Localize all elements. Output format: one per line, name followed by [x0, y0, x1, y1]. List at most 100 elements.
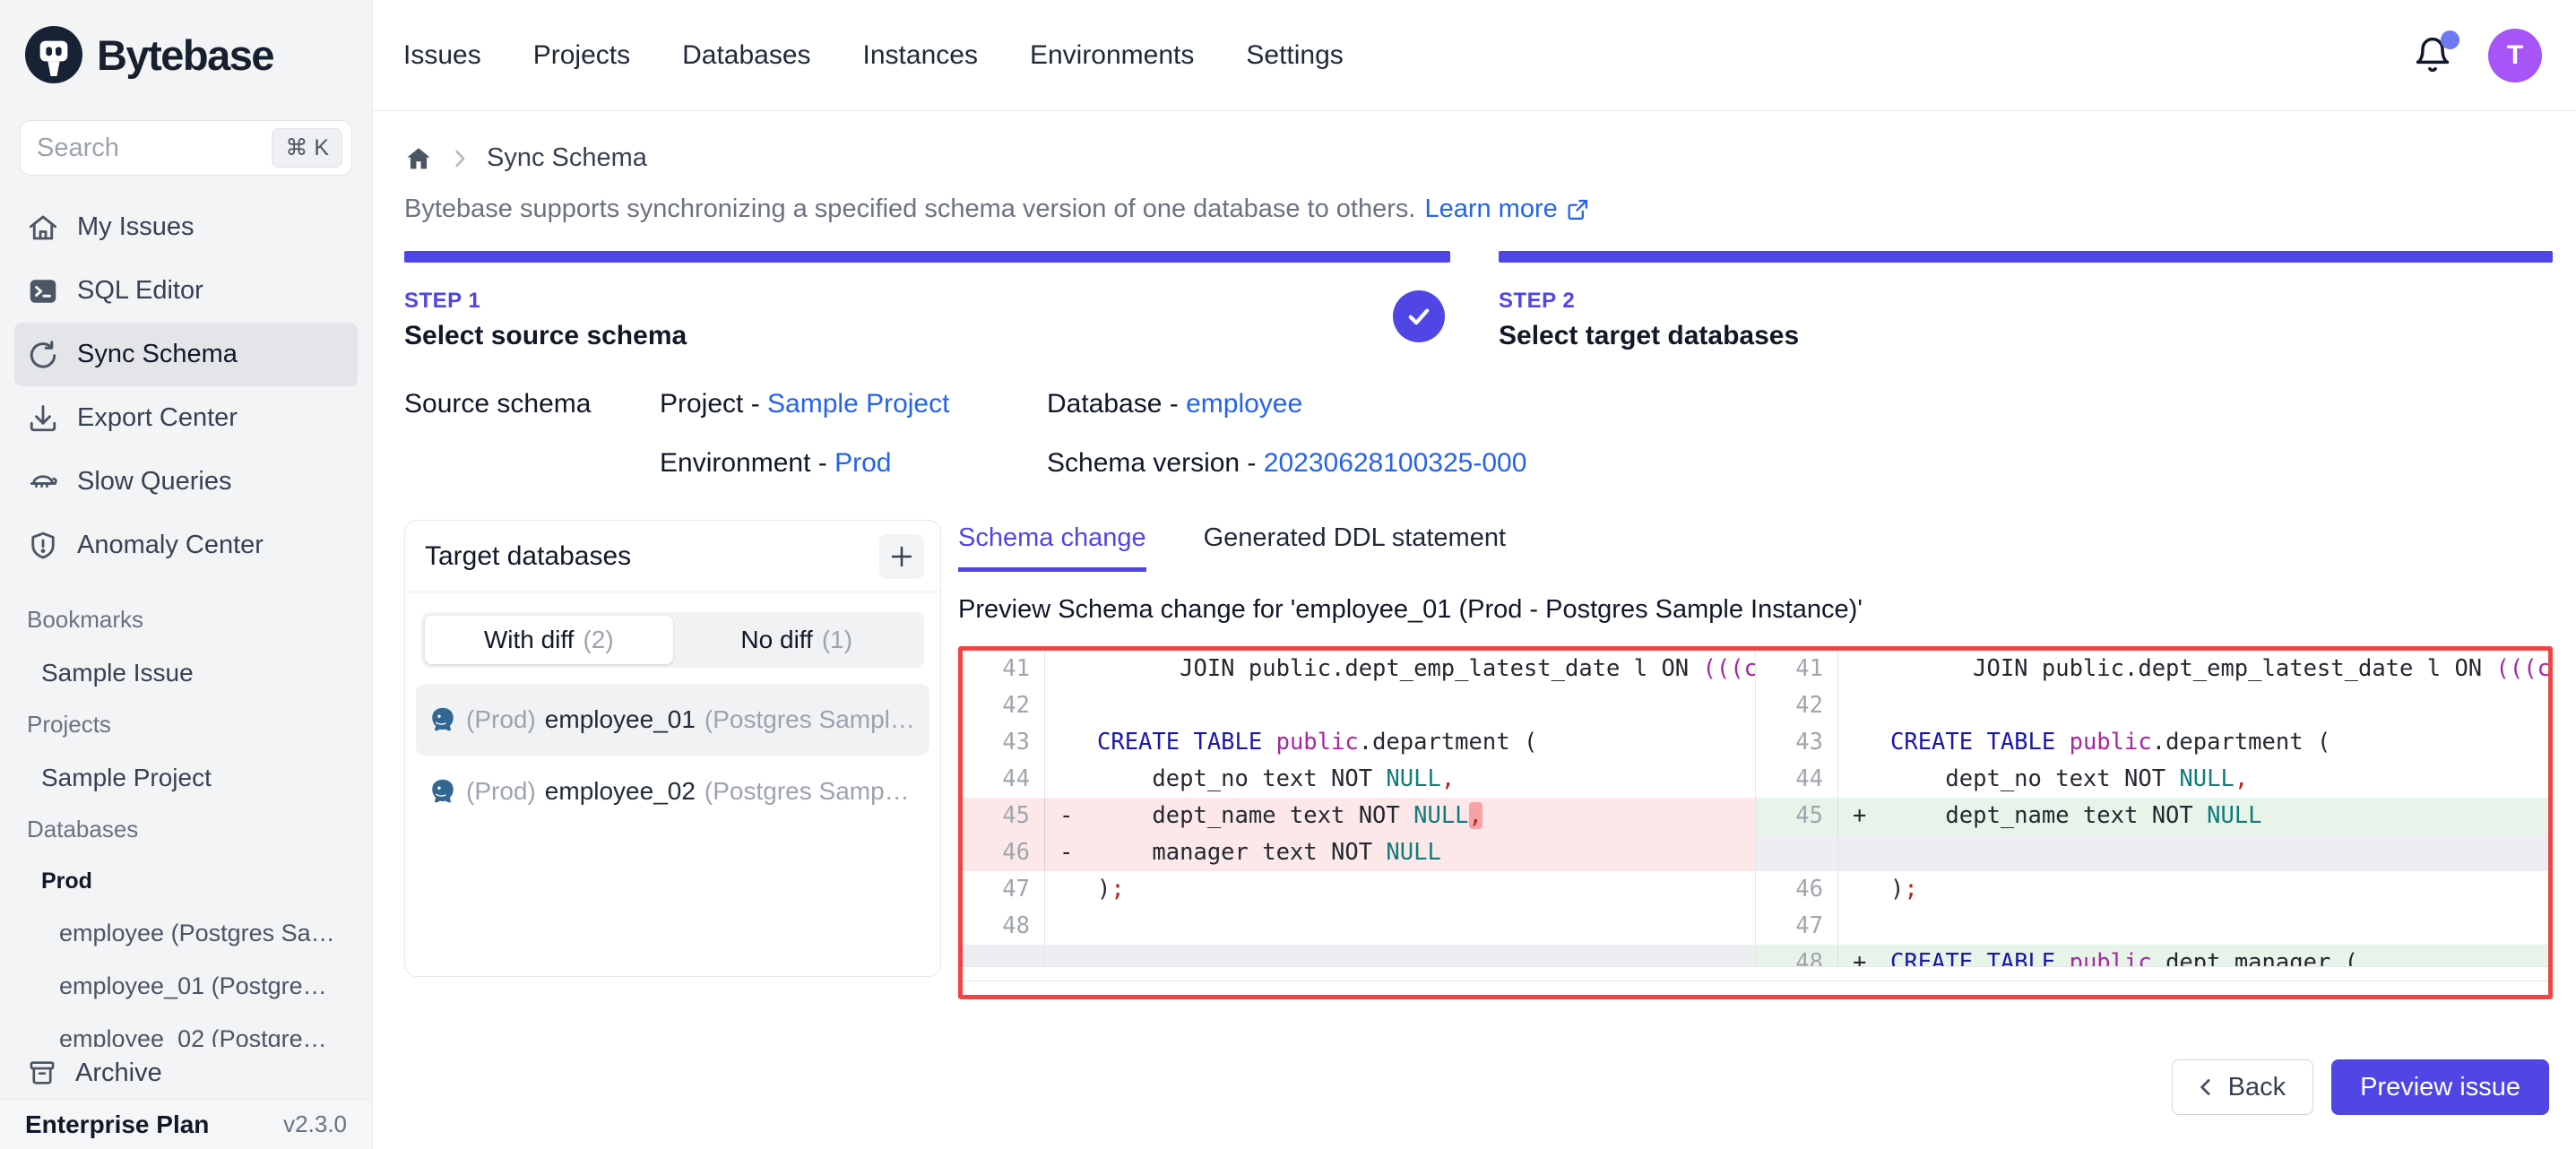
search-input[interactable] — [37, 134, 272, 163]
sidebar-item-employee-postgres-sa-[interactable]: employee (Postgres Sa… — [59, 920, 372, 947]
notification-dot-badge — [2441, 30, 2459, 49]
home-icon[interactable] — [404, 144, 433, 173]
plus-icon — [887, 542, 916, 571]
section-header-projects: Projects — [27, 711, 372, 739]
sidebar-item-my-issues[interactable]: My Issues — [14, 195, 358, 259]
diff-line-number: 41 — [963, 651, 1045, 687]
code-token: CREATE TABLE — [1890, 949, 2070, 966]
diff-code-line — [1045, 945, 1755, 966]
step-1[interactable]: STEP 1 Select source schema — [404, 251, 1450, 351]
diff-code-line: ); — [1838, 871, 2548, 908]
sidebar-item-label: Export Center — [77, 403, 238, 433]
sidebar-menu: My IssuesSQL EditorSync Schema Export Cen… — [0, 195, 372, 577]
check-icon — [1404, 301, 1434, 332]
code-token: dept_name text NOT — [1097, 802, 1413, 829]
code-token: public — [2070, 729, 2152, 756]
diff-row: 44 dept_no text NOT NULL, — [1756, 761, 2548, 798]
back-button[interactable]: Back — [2172, 1059, 2313, 1115]
target-databases-title: Target databases — [425, 541, 631, 572]
database-link[interactable]: employee — [1186, 389, 1302, 419]
sidebar-item-sql-editor[interactable]: SQL Editor — [14, 259, 358, 323]
step-1-title: Select source schema — [404, 321, 1450, 351]
tab-no-diff[interactable]: No diff(1) — [673, 616, 921, 664]
code-token: dept_name text NOT — [1890, 802, 2207, 829]
diff-scrollbar-track-1[interactable] — [963, 966, 2548, 981]
sidebar-item-archive[interactable]: Archive — [0, 1047, 372, 1099]
nav-item-settings[interactable]: Settings — [1246, 40, 1343, 71]
sidebar-item-export-center[interactable]: Export Center — [14, 386, 358, 450]
step-2-label: STEP 2 — [1499, 289, 2553, 314]
code-token: .department ( — [1359, 729, 1538, 756]
nav-item-databases[interactable]: Databases — [682, 40, 810, 71]
target-database-list: (Prod)employee_01(Postgres Sampl…(Prod)e… — [405, 684, 940, 827]
database-name: employee_02 — [545, 777, 696, 806]
diff-row — [1756, 834, 2548, 871]
nav-item-instances[interactable]: Instances — [863, 40, 978, 71]
tab-generated-ddl[interactable]: Generated DDL statement — [1204, 523, 1506, 572]
learn-more-link[interactable]: Learn more — [1424, 194, 1589, 224]
source-schema-summary: Source schema Project - Sample Project D… — [404, 389, 2553, 479]
search-box[interactable]: ⌘ K — [20, 120, 352, 176]
code-token: , — [1441, 765, 1455, 792]
archive-label: Archive — [75, 1058, 162, 1088]
diff-code-line: dept_no text NOT NULL, — [1045, 761, 1755, 798]
sidebar-item-prod[interactable]: Prod — [41, 868, 372, 894]
diff-line-number: 45 — [963, 798, 1045, 834]
code-token: , — [2235, 765, 2248, 792]
environment-link[interactable]: Prod — [834, 448, 891, 478]
sidebar-item-employee_02-postgre-[interactable]: employee_02 (Postgre… — [59, 1025, 372, 1047]
diff-code-line — [1045, 908, 1755, 945]
project-link[interactable]: Sample Project — [767, 389, 949, 419]
code-token: NULL — [1386, 839, 1440, 866]
diff-line-number — [963, 945, 1045, 966]
avatar[interactable]: T — [2488, 29, 2542, 82]
diff-row: 42 — [963, 687, 1755, 724]
archive-box-icon — [27, 1058, 57, 1088]
diff-code-line: - dept_name text NOT NULL, — [1045, 798, 1755, 834]
sidebar-item-anomaly-center[interactable]: Anomaly Center — [14, 514, 358, 577]
schema-version-link[interactable]: 20230628100325-000 — [1264, 448, 1527, 478]
diff-line-number: 43 — [963, 724, 1045, 761]
sidebar-item-sample-issue[interactable]: Sample Issue — [41, 659, 372, 687]
diff-row: 47 — [1756, 908, 2548, 945]
target-database-employee_01[interactable]: (Prod)employee_01(Postgres Sampl… — [416, 684, 929, 756]
nav-item-issues[interactable]: Issues — [403, 40, 481, 71]
chevron-right-icon — [445, 144, 474, 173]
sidebar-item-slow-queries[interactable]: Slow Queries — [14, 450, 358, 514]
nav-item-environments[interactable]: Environments — [1030, 40, 1194, 71]
sidebar-item-sync-schema[interactable]: Sync Schema — [14, 323, 358, 386]
brand-logo-row[interactable]: Bytebase — [0, 0, 372, 109]
notifications-button[interactable] — [2413, 36, 2452, 75]
step-2[interactable]: STEP 2 Select target databases — [1499, 251, 2553, 351]
database-instance: (Postgres Sampl… — [705, 705, 915, 734]
sidebar-item-employee_01-postgre-[interactable]: employee_01 (Postgre… — [59, 972, 372, 1000]
diff-filter-segmented-control: With diff(2) No diff(1) — [421, 612, 924, 668]
code-token: ) — [1890, 876, 1904, 903]
diff-scrollbar-track-2[interactable] — [963, 981, 2548, 995]
home-icon — [27, 212, 59, 244]
diff-code-line: CREATE TABLE public.department ( — [1045, 724, 1755, 761]
shield-icon — [27, 530, 59, 562]
topbar-right: T — [2413, 29, 2542, 82]
diff-row: 44 dept_no text NOT NULL, — [963, 761, 1755, 798]
tab-schema-change[interactable]: Schema change — [958, 523, 1146, 572]
diff-code-line — [1838, 834, 2548, 871]
add-target-database-button[interactable] — [879, 534, 924, 579]
tab-with-diff[interactable]: With diff(2) — [425, 616, 673, 664]
diff-pane-source[interactable]: 41 JOIN public.dept_emp_latest_date l ON… — [963, 651, 1755, 966]
top-navigation: Issues Projects Databases Instances Environm… — [403, 40, 1344, 71]
diff-row: 46- manager text NOT NULL — [963, 834, 1755, 871]
sidebar-item-sample-project[interactable]: Sample Project — [41, 764, 372, 792]
diff-row: 41 JOIN public.dept_emp_latest_date l ON… — [963, 651, 1755, 687]
diff-pane-target[interactable]: 41 JOIN public.dept_emp_latest_date l ON… — [1755, 651, 2548, 966]
diff-code-line: CREATE TABLE public.department ( — [1838, 724, 2548, 761]
diff-change-sign: - — [1059, 834, 1073, 871]
diff-row: 42 — [1756, 687, 2548, 724]
target-database-employee_02[interactable]: (Prod)employee_02(Postgres Samp… — [416, 756, 929, 827]
preview-issue-button[interactable]: Preview issue — [2331, 1059, 2549, 1115]
code-token: JOIN public.dept_emp_latest_date l ON — [1890, 655, 2496, 682]
code-token: dept_no text NOT — [1890, 765, 2179, 792]
nav-item-projects[interactable]: Projects — [533, 40, 630, 71]
diff-row: 45- dept_name text NOT NULL, — [963, 798, 1755, 834]
diff-line-number: 44 — [963, 761, 1045, 798]
